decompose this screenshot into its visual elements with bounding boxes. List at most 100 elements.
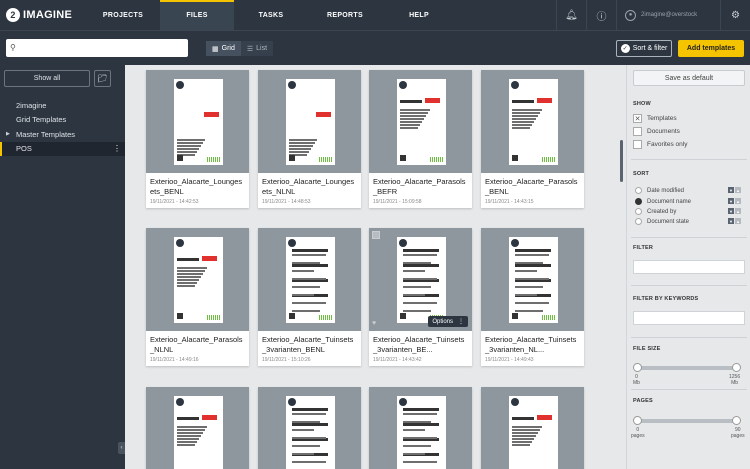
caret-right-icon[interactable]: ▶	[6, 131, 10, 137]
preview-logo	[176, 239, 184, 247]
sidebar-item-2imagine[interactable]: 2imagine	[0, 98, 125, 113]
preview-logo	[288, 81, 296, 89]
sort-asc-icon[interactable]: ▲	[735, 187, 741, 193]
user-menu[interactable]: ● 2imagine@overstock	[616, 0, 720, 30]
sort-desc-icon[interactable]: ▼	[728, 198, 734, 204]
document-preview	[509, 396, 558, 469]
keywords-input[interactable]	[633, 311, 745, 325]
card-thumbnail[interactable]	[146, 228, 249, 331]
kebab-icon[interactable]: ⋮	[113, 144, 121, 153]
grid-view-button[interactable]: ▦ Grid	[206, 41, 241, 56]
list-icon: ☰	[246, 45, 254, 53]
options-button[interactable]: Options ⋮	[428, 316, 468, 327]
save-as-default-button[interactable]: Save as default	[633, 70, 745, 86]
sort-asc-icon[interactable]: ▲	[735, 218, 741, 224]
nav-projects[interactable]: PROJECTS	[86, 0, 160, 30]
filter-title: FILTER	[633, 245, 654, 251]
card-thumbnail[interactable]	[481, 228, 584, 331]
template-card[interactable]: Exterioo_Alacarte_Parasols_BENL 19/11/202…	[481, 70, 584, 208]
template-card[interactable]	[481, 387, 584, 469]
sort-created-by-radio[interactable]: Created by	[635, 208, 676, 215]
card-thumbnail[interactable]	[258, 70, 361, 173]
card-title: Exterioo_Alacarte_Parasols_BENL	[485, 177, 578, 196]
nav-reports[interactable]: REPORTS	[308, 0, 382, 30]
show-favorites-checkbox[interactable]: Favorites only	[633, 140, 687, 149]
template-card[interactable]: Exterioo_Alacarte_Parasols_NLNL 19/11/202…	[146, 228, 249, 366]
card-title: Exterioo_Alacarte_Tuinsets_3varianten_BE…	[262, 335, 354, 354]
sort-desc-icon[interactable]: ▼	[728, 187, 734, 193]
preview-logo	[288, 239, 296, 247]
template-card[interactable]: Exterioo_Alacarte_Tuinsets_3varianten_BE…	[258, 228, 361, 366]
card-date: 19/11/2021 - 15:09:58	[373, 199, 422, 205]
card-thumbnail[interactable]	[258, 228, 361, 331]
qr-code	[512, 313, 518, 319]
add-templates-button[interactable]: Add templates	[678, 40, 744, 57]
sidebar: Show all 📁︎ 2imagine Grid Templates ▶ Mas…	[0, 65, 125, 469]
filter-keywords-title: FILTER BY KEYWORDS	[633, 296, 699, 302]
file-size-max-handle[interactable]	[732, 363, 741, 372]
sidebar-item-master-templates[interactable]: ▶ Master Templates	[0, 127, 125, 142]
sort-asc-icon[interactable]: ▲	[735, 208, 741, 214]
collapse-sidebar-icon[interactable]: ‹	[118, 442, 125, 454]
info-icon[interactable]: ⓘ	[586, 0, 616, 30]
file-size-title: FILE SIZE	[633, 346, 661, 352]
card-thumbnail[interactable]	[146, 70, 249, 173]
sort-document-name-radio[interactable]: Document name	[635, 198, 691, 205]
sort-desc-icon[interactable]: ▼	[728, 218, 734, 224]
grid-scrollbar[interactable]	[620, 140, 623, 182]
select-checkbox[interactable]	[372, 231, 380, 239]
sort-document-state-radio[interactable]: Document state	[635, 218, 689, 225]
card-thumbnail[interactable]	[481, 387, 584, 469]
nav-files[interactable]: FILES	[160, 0, 234, 30]
template-card[interactable]	[369, 387, 472, 469]
preview-logo	[399, 81, 407, 89]
pages-max-handle[interactable]	[732, 416, 741, 425]
nav-tasks[interactable]: TASKS	[234, 0, 308, 30]
document-preview	[174, 79, 223, 165]
show-all-button[interactable]: Show all	[4, 70, 90, 87]
pages-min-handle[interactable]	[633, 416, 642, 425]
template-card[interactable]: Exterioo_Alacarte_Parasols_BEFR 19/11/202…	[369, 70, 472, 208]
card-thumbnail[interactable]: ♥ Options ⋮	[369, 228, 472, 331]
list-view-button[interactable]: ☰ List	[240, 41, 274, 56]
document-preview	[286, 237, 335, 323]
gear-icon[interactable]: ⚙	[720, 0, 750, 30]
show-documents-checkbox[interactable]: Documents	[633, 127, 680, 136]
pages-slider[interactable]	[633, 416, 741, 425]
card-thumbnail[interactable]	[258, 387, 361, 469]
app-logo[interactable]: 2 IMAGINE	[0, 0, 86, 30]
card-date: 19/11/2021 - 14:42:53	[150, 199, 199, 205]
sort-filter-button[interactable]: ✓ Sort & filter	[616, 40, 672, 57]
qr-code	[512, 155, 518, 161]
show-templates-checkbox[interactable]: ✕ Templates	[633, 114, 677, 123]
filter-input[interactable]	[633, 260, 745, 274]
template-card[interactable]: Exterioo_Alacarte_Loungesets_BENL 19/11/2…	[146, 70, 249, 208]
file-size-slider[interactable]	[633, 363, 741, 372]
grid-icon: ▦	[212, 45, 219, 53]
card-thumbnail[interactable]	[481, 70, 584, 173]
card-thumbnail[interactable]	[369, 70, 472, 173]
card-thumbnail[interactable]	[146, 387, 249, 469]
card-thumbnail[interactable]	[369, 387, 472, 469]
template-card[interactable]: Exterioo_Alacarte_Loungesets_NLNL 19/11/2…	[258, 70, 361, 208]
card-title: Exterioo_Alacarte_Loungesets_BENL	[150, 177, 243, 196]
sort-filter-panel: Save as default SHOW ✕ Templates Document…	[626, 65, 750, 469]
file-size-min-handle[interactable]	[633, 363, 642, 372]
sort-date-modified-radio[interactable]: Date modified	[635, 187, 684, 194]
template-card[interactable]: ♥ Options ⋮ Exterioo_Alacarte_Tuinsets_3var…	[369, 228, 472, 366]
template-card[interactable]	[258, 387, 361, 469]
template-card[interactable]: Exterioo_Alacarte_Tuinsets_3varianten_NL…	[481, 228, 584, 366]
template-grid: Exterioo_Alacarte_Loungesets_BENL 19/11/2…	[125, 65, 622, 469]
sort-asc-icon[interactable]: ▲	[735, 198, 741, 204]
card-title: Exterioo_Alacarte_Loungesets_NLNL	[262, 177, 355, 196]
template-card[interactable]	[146, 387, 249, 469]
heart-icon[interactable]: ♥	[372, 320, 376, 327]
sidebar-item-pos[interactable]: POS ⋮	[0, 141, 125, 156]
search-input[interactable]	[6, 39, 188, 57]
new-folder-button[interactable]: 📁︎	[94, 70, 111, 87]
bell-icon[interactable]: 🔔︎	[556, 0, 586, 30]
preview-logo	[288, 398, 296, 406]
nav-help[interactable]: HELP	[382, 0, 456, 30]
sidebar-item-grid-templates[interactable]: Grid Templates	[0, 113, 125, 128]
sort-desc-icon[interactable]: ▼	[728, 208, 734, 214]
